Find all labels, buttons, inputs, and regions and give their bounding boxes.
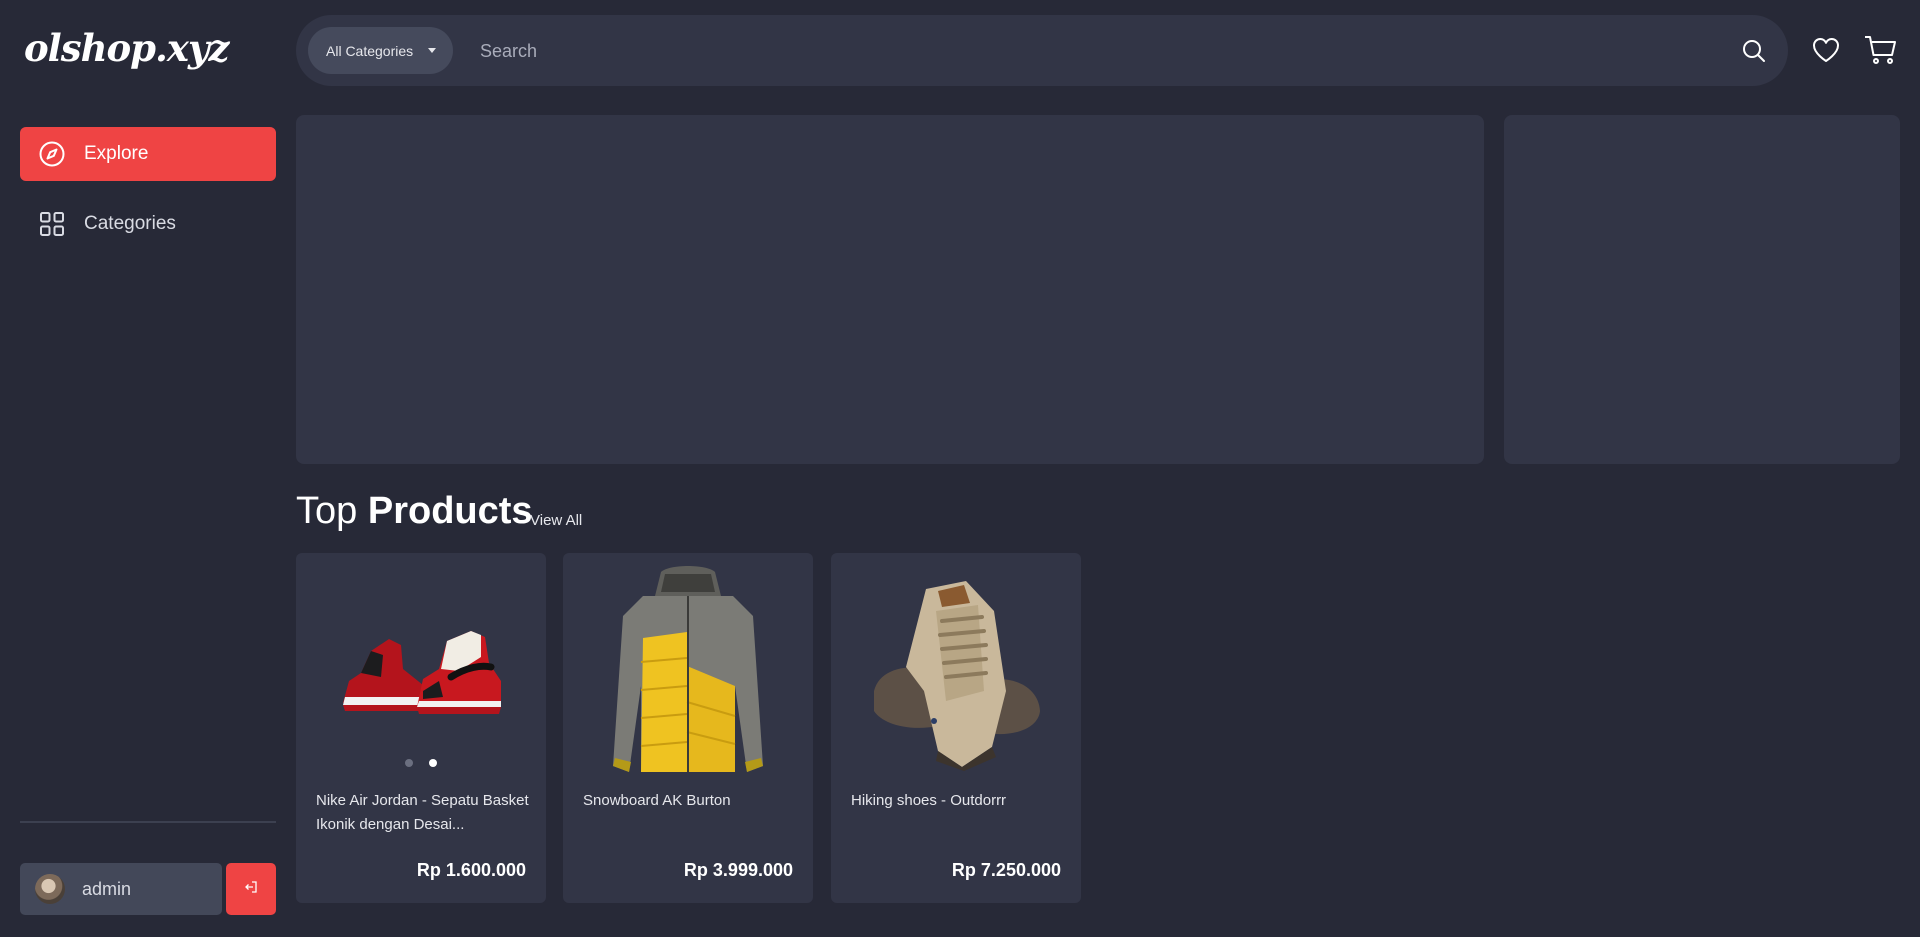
category-select-value: All Categories — [326, 42, 414, 59]
product-price: Rp 1.600.000 — [416, 860, 526, 880]
product-card[interactable]: Snowboard AK Burton Rp 3.999.000 — [563, 553, 813, 903]
section-title-bold: Products — [367, 490, 533, 532]
section-title: Top Products — [296, 490, 533, 533]
sidebar-item-label: Categories — [84, 213, 176, 234]
product-image — [583, 566, 793, 772]
sidebar-item-label: Explore — [84, 143, 149, 164]
logout-icon — [244, 880, 258, 899]
product-price: Rp 3.999.000 — [683, 860, 793, 880]
product-name: Snowboard AK Burton — [583, 792, 731, 809]
wishlist-heart-icon[interactable] — [1811, 35, 1841, 65]
username: admin — [82, 878, 132, 899]
sidebar-divider — [20, 821, 276, 823]
search-bar: All Categories — [296, 15, 1788, 86]
sidebar-item-categories[interactable]: Categories — [20, 197, 276, 251]
section-title-light: Top — [296, 490, 358, 532]
logo[interactable]: olshop.xyz — [24, 26, 229, 70]
product-price: Rp 7.250.000 — [951, 860, 1061, 880]
user-profile[interactable]: admin — [20, 863, 222, 915]
compass-icon — [38, 140, 66, 168]
carousel-dots — [296, 759, 546, 767]
product-image — [851, 571, 1061, 771]
banner-side[interactable] — [1504, 115, 1900, 464]
banner-main[interactable] — [296, 115, 1484, 464]
product-name: Nike Air Jordan - Sepatu Basket Ikonik d… — [316, 792, 529, 833]
product-card[interactable]: Hiking shoes - Outdorrr Rp 7.250.000 — [831, 553, 1081, 903]
caret-down-icon — [428, 48, 436, 53]
logout-button[interactable] — [226, 863, 276, 915]
carousel-dot[interactable] — [405, 759, 413, 767]
search-icon[interactable] — [1740, 37, 1768, 65]
avatar — [35, 874, 65, 904]
search-input[interactable] — [480, 33, 1660, 69]
product-card[interactable]: Nike Air Jordan - Sepatu Basket Ikonik d… — [296, 553, 546, 903]
grid-icon — [38, 210, 66, 238]
sidebar-item-explore[interactable]: Explore — [20, 127, 276, 181]
carousel-dot-active[interactable] — [429, 759, 437, 767]
view-all-link[interactable]: View All — [530, 512, 582, 529]
product-image — [316, 571, 526, 771]
cart-icon[interactable] — [1864, 34, 1898, 66]
product-name: Hiking shoes - Outdorrr — [851, 792, 1007, 809]
category-select[interactable]: All Categories — [308, 27, 453, 74]
